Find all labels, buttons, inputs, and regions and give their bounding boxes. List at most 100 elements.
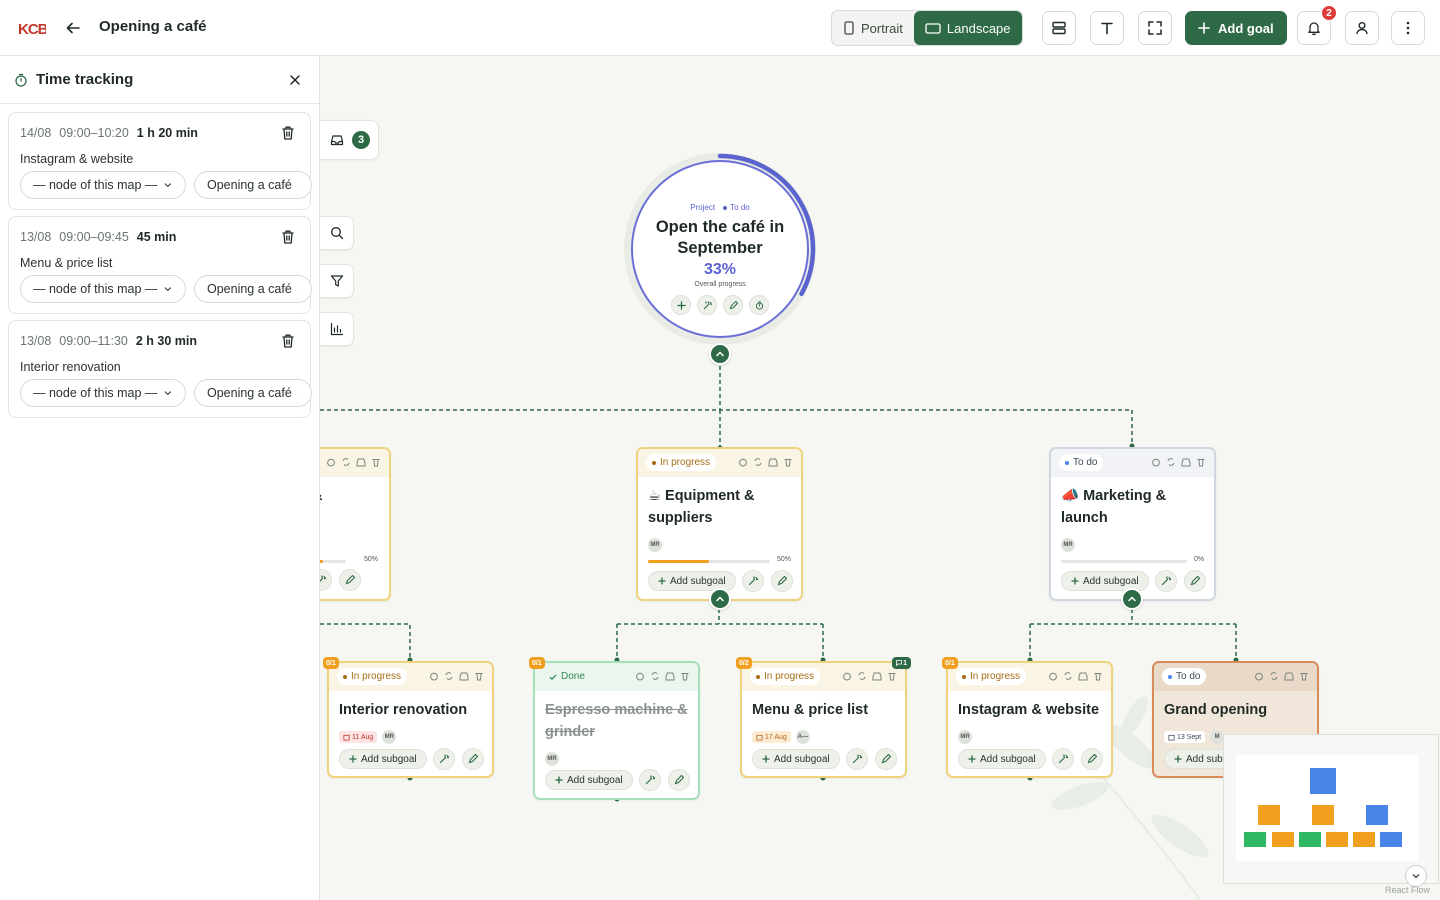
trash-icon[interactable]: [783, 457, 793, 467]
repeat-icon[interactable]: [1269, 671, 1279, 681]
edit-button[interactable]: [723, 295, 743, 315]
ai-button[interactable]: [846, 748, 868, 770]
inbox-icon[interactable]: [768, 457, 778, 467]
app-logo[interactable]: KCB: [18, 18, 46, 38]
landscape-button[interactable]: Landscape: [913, 11, 1022, 45]
goal-map-canvas[interactable]: 3 Project To do Open the café in Septemb…: [320, 56, 1440, 900]
stopwatch-icon[interactable]: [326, 457, 336, 467]
collapse-root-button[interactable]: [709, 343, 731, 365]
filter-tool-button[interactable]: [320, 264, 354, 298]
ai-button[interactable]: [1155, 570, 1177, 592]
inbox-icon[interactable]: [1078, 671, 1088, 681]
delete-entry-button[interactable]: [279, 124, 297, 142]
stopwatch-icon[interactable]: [635, 671, 645, 681]
stopwatch-icon[interactable]: [1254, 671, 1264, 681]
edit-button[interactable]: [462, 748, 484, 770]
search-tool-button[interactable]: [320, 216, 354, 250]
subgoal-card-interior[interactable]: 0/1 In progress Interior renovation 11 A…: [323, 657, 494, 778]
portrait-button[interactable]: Portrait: [832, 11, 914, 45]
ai-button[interactable]: [639, 769, 661, 791]
checklist-badge: 0/1: [942, 657, 958, 669]
node-select[interactable]: — node of this map —: [20, 275, 186, 303]
repeat-icon[interactable]: [650, 671, 660, 681]
repeat-icon[interactable]: [857, 671, 867, 681]
inbox-icon[interactable]: [665, 671, 675, 681]
minimap-toggle-button[interactable]: [1405, 865, 1427, 887]
inbox-icon[interactable]: [1181, 457, 1191, 467]
inbox-icon[interactable]: [356, 457, 366, 467]
edit-button[interactable]: [1081, 748, 1103, 770]
fullscreen-button[interactable]: [1138, 11, 1172, 45]
collapse-goal-button[interactable]: [1121, 588, 1143, 610]
edit-button[interactable]: [339, 569, 361, 591]
node-select[interactable]: — node of this map —: [20, 379, 186, 407]
collapse-goal-button[interactable]: [709, 588, 731, 610]
trash-icon[interactable]: [371, 457, 381, 467]
inbox-icon[interactable]: [872, 671, 882, 681]
trash-icon[interactable]: [1196, 457, 1206, 467]
delete-entry-button[interactable]: [279, 332, 297, 350]
back-button[interactable]: [62, 17, 84, 39]
add-goal-button[interactable]: Add goal: [1185, 11, 1287, 45]
root-goal-node[interactable]: Project To do Open the café in September…: [631, 153, 816, 338]
ai-button[interactable]: [1052, 748, 1074, 770]
due-date-chip: 13 Sept: [1164, 731, 1206, 743]
more-menu-button[interactable]: [1391, 11, 1425, 45]
text-button[interactable]: [1090, 11, 1124, 45]
map-select[interactable]: Opening a café: [194, 275, 312, 303]
ai-button[interactable]: [742, 570, 764, 592]
edit-button[interactable]: [1184, 570, 1206, 592]
add-subgoal-button[interactable]: Add subgoal: [752, 749, 840, 769]
trash-icon[interactable]: [680, 671, 690, 681]
add-button[interactable]: [671, 295, 691, 315]
edit-button[interactable]: [771, 570, 793, 592]
subgoal-card-menu[interactable]: 0/2 1 In progress Menu & price list 17 A…: [736, 657, 911, 778]
goal-card-equipment[interactable]: In progress ☕ Equipment & suppliers MR 5…: [636, 447, 803, 601]
repeat-icon[interactable]: [753, 457, 763, 467]
trash-icon[interactable]: [474, 671, 484, 681]
ai-button[interactable]: [320, 569, 332, 591]
add-subgoal-button[interactable]: Add subgoal: [958, 749, 1046, 769]
repeat-icon[interactable]: [341, 457, 351, 467]
magic-wand-icon: [852, 754, 862, 764]
goal-card-partial[interactable]: & 50%: [320, 447, 391, 601]
layout-button[interactable]: [1042, 11, 1076, 45]
edit-button[interactable]: [668, 769, 690, 791]
map-select[interactable]: Opening a café: [194, 379, 312, 407]
trash-icon[interactable]: [1093, 671, 1103, 681]
inbox-icon[interactable]: [459, 671, 469, 681]
map-select[interactable]: Opening a café: [194, 171, 312, 199]
fullscreen-icon: [1148, 21, 1162, 35]
stopwatch-icon[interactable]: [1048, 671, 1058, 681]
stats-tool-button[interactable]: [320, 312, 354, 346]
react-flow-attribution[interactable]: React Flow: [1385, 885, 1430, 895]
edit-button[interactable]: [875, 748, 897, 770]
stopwatch-icon[interactable]: [738, 457, 748, 467]
trash-icon[interactable]: [1299, 671, 1309, 681]
minimap[interactable]: [1223, 734, 1439, 884]
close-panel-button[interactable]: [285, 70, 305, 90]
ai-button[interactable]: [697, 295, 717, 315]
root-goal-title: Open the café in September: [655, 218, 785, 257]
inbox-button[interactable]: 3: [320, 120, 379, 160]
add-subgoal-button[interactable]: Add subgoal: [339, 749, 427, 769]
delete-entry-button[interactable]: [279, 228, 297, 246]
subgoal-card-espresso[interactable]: 0/1 Done Espresso machine & grinder MR A…: [529, 657, 700, 800]
ai-button[interactable]: [433, 748, 455, 770]
profile-button[interactable]: [1345, 11, 1379, 45]
repeat-icon[interactable]: [1166, 457, 1176, 467]
goal-card-marketing[interactable]: To do 📣 Marketing & launch MR 0% Add sub…: [1049, 447, 1216, 601]
repeat-icon[interactable]: [1063, 671, 1073, 681]
timer-button[interactable]: [749, 295, 769, 315]
node-select[interactable]: — node of this map —: [20, 171, 186, 199]
subgoal-card-instagram[interactable]: 0/1 In progress Instagram & website MR A…: [942, 657, 1113, 778]
stopwatch-icon[interactable]: [1151, 457, 1161, 467]
inbox-icon[interactable]: [1284, 671, 1294, 681]
repeat-icon[interactable]: [444, 671, 454, 681]
entry-duration: 1 h 20 min: [136, 126, 198, 140]
trash-icon[interactable]: [887, 671, 897, 681]
notifications-button[interactable]: 2: [1297, 5, 1337, 45]
add-subgoal-button[interactable]: Add subgoal: [545, 770, 633, 790]
stopwatch-icon[interactable]: [842, 671, 852, 681]
stopwatch-icon[interactable]: [429, 671, 439, 681]
